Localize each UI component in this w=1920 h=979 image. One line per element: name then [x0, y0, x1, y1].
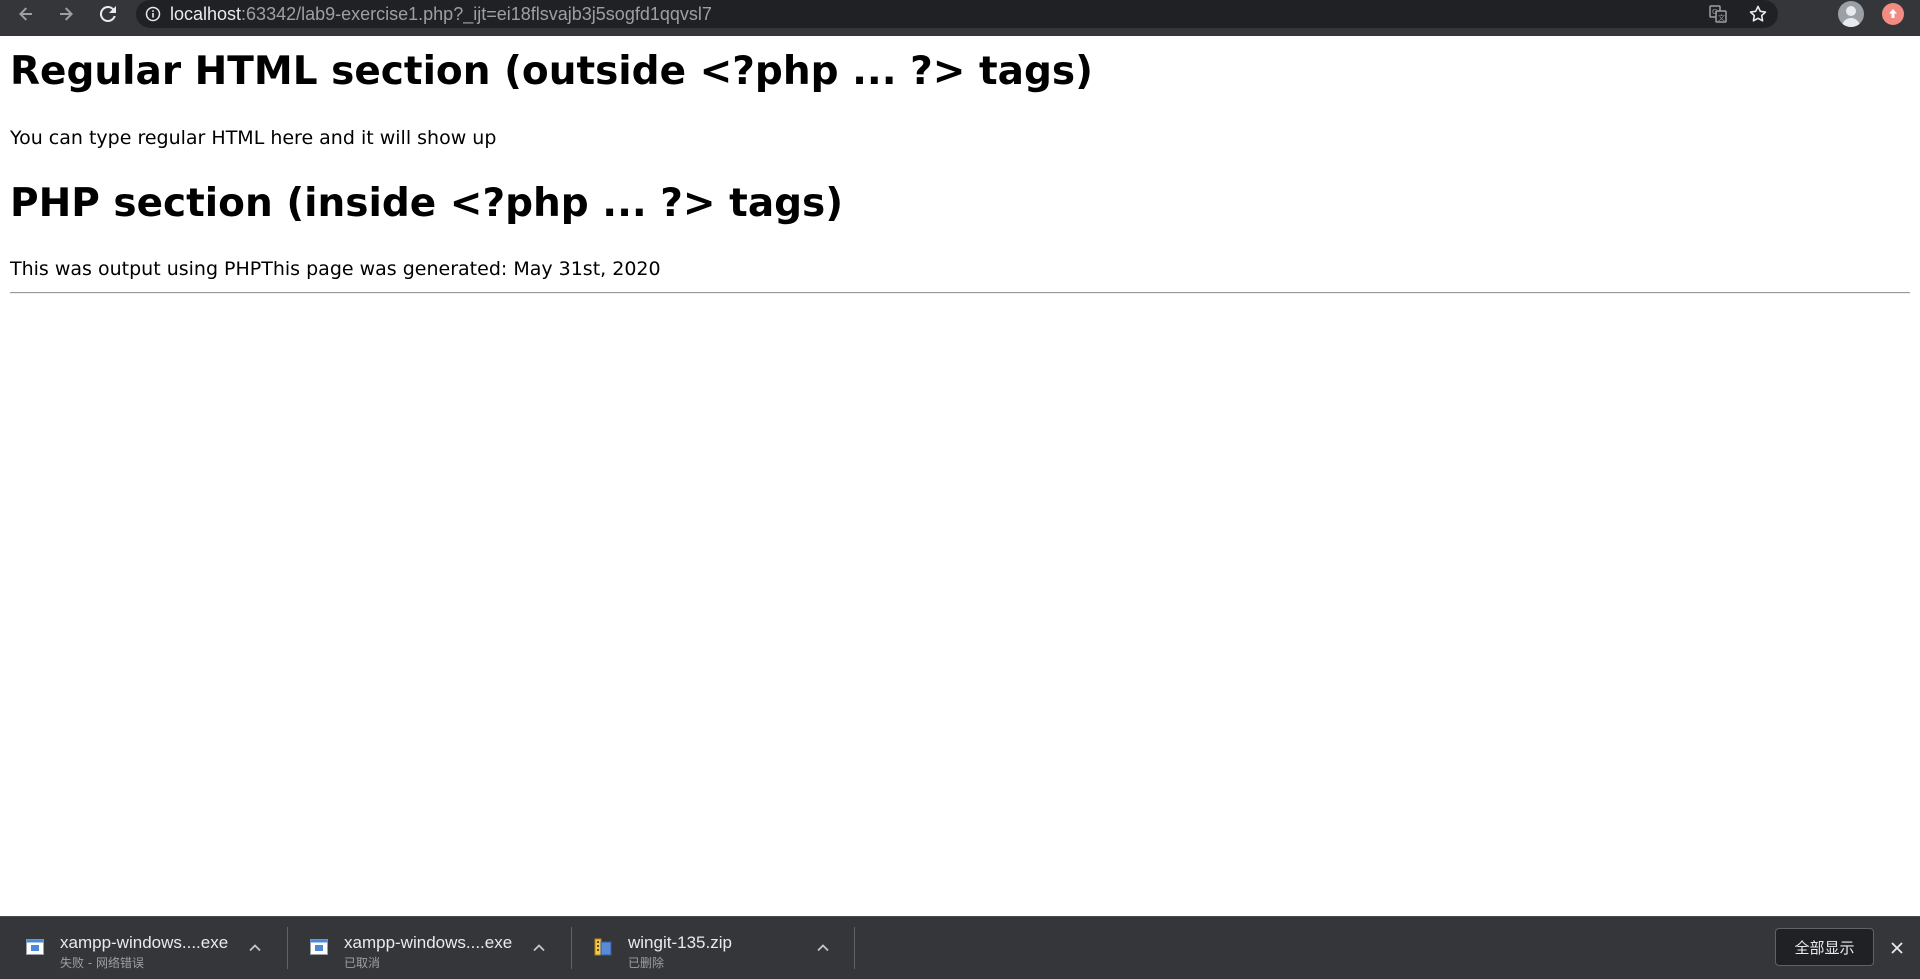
download-shelf: xampp-windows....exe 失败 - 网络错误 xampp-win…	[0, 916, 1920, 979]
site-info-button[interactable]	[136, 6, 170, 22]
close-icon	[1891, 942, 1903, 954]
divider	[854, 927, 855, 969]
reload-icon	[99, 5, 116, 22]
browser-toolbar: localhost:63342/lab9-exercise1.php?_ijt=…	[0, 0, 1920, 36]
download-status: 已取消	[344, 956, 381, 970]
installer-icon	[310, 939, 328, 955]
close-shelf-button[interactable]	[1886, 937, 1908, 959]
svg-text:文: 文	[1718, 13, 1725, 22]
heading-php-section: PHP section (inside <?php ... ?> tags)	[10, 181, 844, 226]
download-name: xampp-windows....exe	[60, 933, 229, 952]
site-info-icon	[145, 6, 161, 22]
url-path: :63342/lab9-exercise1.php?_ijt=ei18flsva…	[241, 3, 712, 24]
svg-text:G: G	[1712, 8, 1717, 16]
heading-html-section: Regular HTML section (outside <?php ... …	[10, 49, 1093, 94]
page-content: Regular HTML section (outside <?php ... …	[0, 36, 1920, 916]
update-button[interactable]	[1882, 3, 1904, 25]
chevron-up-icon[interactable]	[246, 939, 264, 957]
paragraph-html-section: You can type regular HTML here and it wi…	[10, 127, 497, 149]
horizontal-rule	[10, 292, 1910, 294]
chevron-up-icon[interactable]	[814, 939, 832, 957]
star-icon	[1749, 5, 1767, 22]
translate-icon: G文	[1709, 5, 1727, 23]
download-item[interactable]: xampp-windows....exe 失败 - 网络错误	[0, 917, 283, 979]
download-item[interactable]: xampp-windows....exe 已取消	[284, 917, 567, 979]
forward-icon	[60, 7, 73, 21]
paragraph-php-section: This was output using PHPThis page was g…	[10, 258, 661, 280]
download-status: 已删除	[628, 956, 665, 970]
forward-button[interactable]	[46, 0, 86, 28]
download-status: 失败 - 网络错误	[60, 956, 144, 970]
bookmark-button[interactable]	[1738, 0, 1778, 28]
zip-icon	[594, 938, 612, 956]
download-item[interactable]: wingit-135.zip 已删除	[568, 917, 851, 979]
profile-icon[interactable]	[1838, 1, 1864, 27]
chevron-up-icon[interactable]	[530, 939, 548, 957]
reload-button[interactable]	[88, 0, 128, 28]
back-icon	[19, 7, 32, 21]
url-host: localhost	[170, 3, 242, 24]
show-all-button[interactable]: 全部显示	[1775, 928, 1874, 966]
back-button[interactable]	[6, 0, 46, 28]
address-bar[interactable]: localhost:63342/lab9-exercise1.php?_ijt=…	[136, 0, 1778, 28]
download-name: wingit-135.zip	[628, 933, 732, 952]
url-text[interactable]: localhost:63342/lab9-exercise1.php?_ijt=…	[170, 4, 712, 25]
update-icon	[1889, 9, 1897, 18]
translate-button[interactable]: G文	[1698, 0, 1738, 28]
installer-icon	[26, 939, 44, 955]
download-name: xampp-windows....exe	[344, 933, 513, 952]
